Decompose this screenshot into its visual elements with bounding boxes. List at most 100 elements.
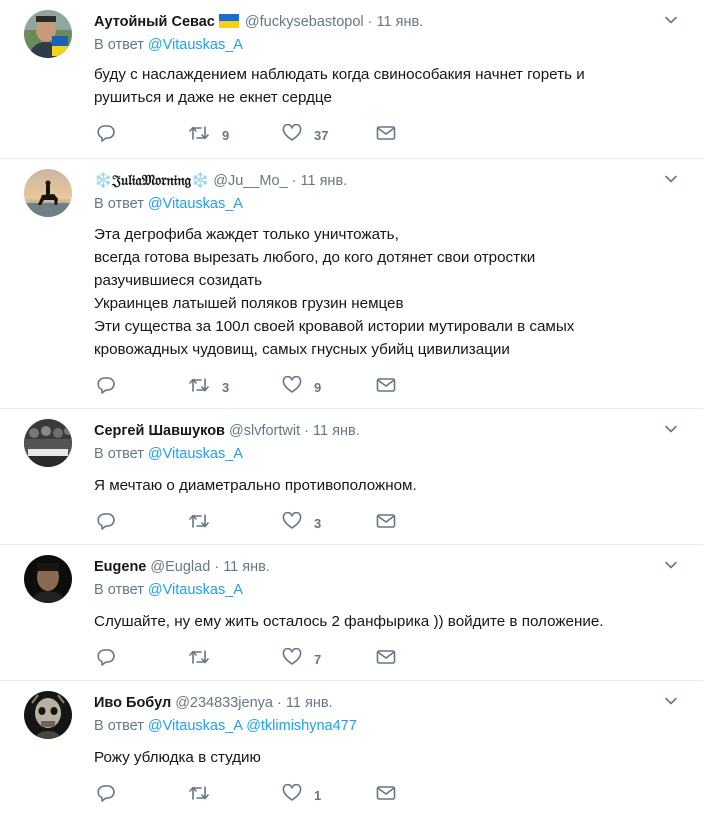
tweet-text-line: разучившиеся созидать: [94, 272, 263, 289]
direct-message-button[interactable]: [376, 125, 396, 145]
retweet-button[interactable]: [188, 649, 222, 669]
mention-link[interactable]: @Vitauskas_A: [148, 582, 243, 598]
reply-button[interactable]: [96, 376, 116, 399]
tweet-text-line: кровожадных чудовищ, самых гнусных убийц…: [94, 341, 510, 358]
tweet-text-line: Украинцев латышей поляков грузин немцев: [94, 295, 404, 312]
tweet[interactable]: Иво Бобул @234833jenya · 11 янв. В ответ…: [0, 681, 703, 817]
like-count: 37: [314, 127, 329, 143]
separator-dot: ·: [214, 559, 220, 575]
avatar[interactable]: [24, 555, 72, 603]
reply-button[interactable]: [96, 784, 116, 807]
like-button[interactable]: 7: [282, 647, 322, 669]
like-button[interactable]: 9: [282, 375, 321, 399]
user-handle[interactable]: @Euglad: [150, 559, 210, 575]
envelope-icon: [376, 648, 396, 671]
tweet-text-line: рушиться и даже не екнет сердце: [94, 89, 332, 106]
separator-dot: ·: [304, 423, 310, 439]
direct-message-button[interactable]: [376, 649, 396, 669]
retweet-button[interactable]: 9: [188, 125, 229, 145]
display-name[interactable]: Сергей Шавшуков: [94, 423, 225, 439]
retweet-icon: [188, 784, 210, 807]
user-handle[interactable]: @Ju__Mo_: [213, 173, 287, 189]
separator-dot: ·: [291, 173, 297, 189]
like-button[interactable]: 1: [282, 783, 322, 807]
display-name[interactable]: Иво Бобул: [94, 695, 171, 711]
like-count: 1: [314, 787, 322, 803]
avatar[interactable]: [24, 419, 72, 467]
heart-icon: [282, 511, 302, 535]
retweet-icon: [188, 648, 210, 671]
mention-link[interactable]: @Vitauskas_A: [148, 37, 243, 53]
timestamp[interactable]: 11 янв.: [313, 423, 360, 439]
chevron-down-icon[interactable]: [663, 693, 679, 709]
heart-icon: [282, 375, 302, 399]
avatar[interactable]: [24, 691, 72, 739]
display-name[interactable]: Eugene: [94, 559, 146, 575]
direct-message-button[interactable]: [376, 377, 396, 397]
retweet-button[interactable]: [188, 513, 222, 533]
reply-context: В ответ @Vitauskas_A: [94, 196, 243, 212]
direct-message-button[interactable]: [376, 513, 396, 533]
chevron-down-icon[interactable]: [663, 557, 679, 573]
reply-button[interactable]: [96, 124, 116, 145]
snowflake-icon: ❄️: [94, 173, 113, 189]
tweet-text-line: всегда готова вырезать любого, до кого д…: [94, 249, 536, 266]
tweet[interactable]: Сергей Шавшуков @slvfortwit · 11 янв. В …: [0, 409, 703, 545]
retweet-icon: [188, 376, 210, 399]
user-handle[interactable]: @234833jenya: [175, 695, 273, 711]
reply-context: В ответ @Vitauskas_A: [94, 582, 243, 598]
reply-prefix: В ответ: [94, 718, 144, 734]
tweet-text: Я мечтаю о диаметрально противоположном.: [94, 474, 417, 497]
separator-dot: ·: [277, 695, 282, 711]
ukraine-flag-icon: [218, 14, 239, 34]
direct-message-button[interactable]: [376, 785, 396, 805]
retweet-button[interactable]: [188, 785, 222, 805]
reply-prefix: В ответ: [94, 37, 144, 53]
mention-link[interactable]: @Vitauskas_A: [148, 446, 243, 462]
display-name[interactable]: Аутойный Севас: [94, 14, 215, 30]
retweet-icon: [188, 512, 210, 535]
tweet[interactable]: Eugene @Euglad · 11 янв. В ответ @Vitaus…: [0, 545, 703, 681]
tweet-text-line: Эти существа за 100л своей кровавой исто…: [94, 318, 575, 335]
envelope-icon: [376, 124, 396, 147]
retweet-count: 9: [222, 127, 230, 143]
retweet-button[interactable]: 3: [188, 377, 229, 397]
reply-prefix: В ответ: [94, 446, 144, 462]
tweet-text: Слушайте, ну ему жить осталось 2 фанфыри…: [94, 610, 604, 633]
tweet-text-line: буду с наслаждением наблюдать когда свин…: [94, 66, 585, 83]
timestamp[interactable]: 11 янв.: [301, 173, 348, 189]
user-handle[interactable]: @fuckysebastopol: [245, 14, 364, 30]
chevron-down-icon[interactable]: [663, 171, 679, 187]
reply-button[interactable]: [96, 512, 116, 535]
tweet[interactable]: ❄️𝔍𝔲𝔩𝔦𝔞𝔐𝔬𝔯𝔫𝔦𝔫𝔤❄️ @Ju__Mo_ · 11 янв. В от…: [0, 159, 703, 409]
tweet[interactable]: Аутойный Севас @fuckysebastopol · 11 янв…: [0, 0, 703, 159]
timestamp[interactable]: 11 янв.: [223, 559, 270, 575]
heart-icon: [282, 783, 302, 807]
timestamp[interactable]: 11 янв.: [286, 695, 333, 711]
tweet-text: Эта дегрофиба жаждет только уничтожать, …: [94, 223, 574, 361]
reply-icon: [96, 376, 116, 399]
reply-button[interactable]: [96, 648, 116, 671]
like-button[interactable]: 37: [282, 123, 329, 145]
avatar[interactable]: [24, 10, 72, 58]
reply-icon: [96, 784, 116, 807]
user-handle[interactable]: @slvfortwit: [229, 423, 300, 439]
reply-icon: [96, 648, 116, 671]
reply-icon: [96, 512, 116, 535]
mention-link[interactable]: @Vitauskas_A: [148, 196, 243, 212]
display-name[interactable]: 𝔍𝔲𝔩𝔦𝔞𝔐𝔬𝔯𝔫𝔦𝔫𝔤: [112, 171, 191, 191]
chevron-down-icon[interactable]: [663, 421, 679, 437]
mention-link[interactable]: @tklimishyna477: [246, 718, 357, 734]
timestamp[interactable]: 11 янв.: [377, 14, 424, 30]
reply-prefix: В ответ: [94, 582, 144, 598]
reply-context: В ответ @Vitauskas_A: [94, 37, 243, 53]
separator-dot: ·: [367, 14, 373, 30]
tweet-text-line: Я мечтаю о диаметрально противоположном.: [94, 477, 417, 494]
chevron-down-icon[interactable]: [663, 12, 679, 28]
reply-context: В ответ @Vitauskas_A: [94, 446, 243, 462]
mention-link[interactable]: @Vitauskas_A: [148, 718, 242, 734]
tweet-text-line: Рожу ублюдка в студию: [94, 749, 261, 766]
avatar[interactable]: [24, 169, 72, 217]
like-button[interactable]: 3: [282, 511, 321, 535]
like-count: 7: [314, 651, 322, 667]
